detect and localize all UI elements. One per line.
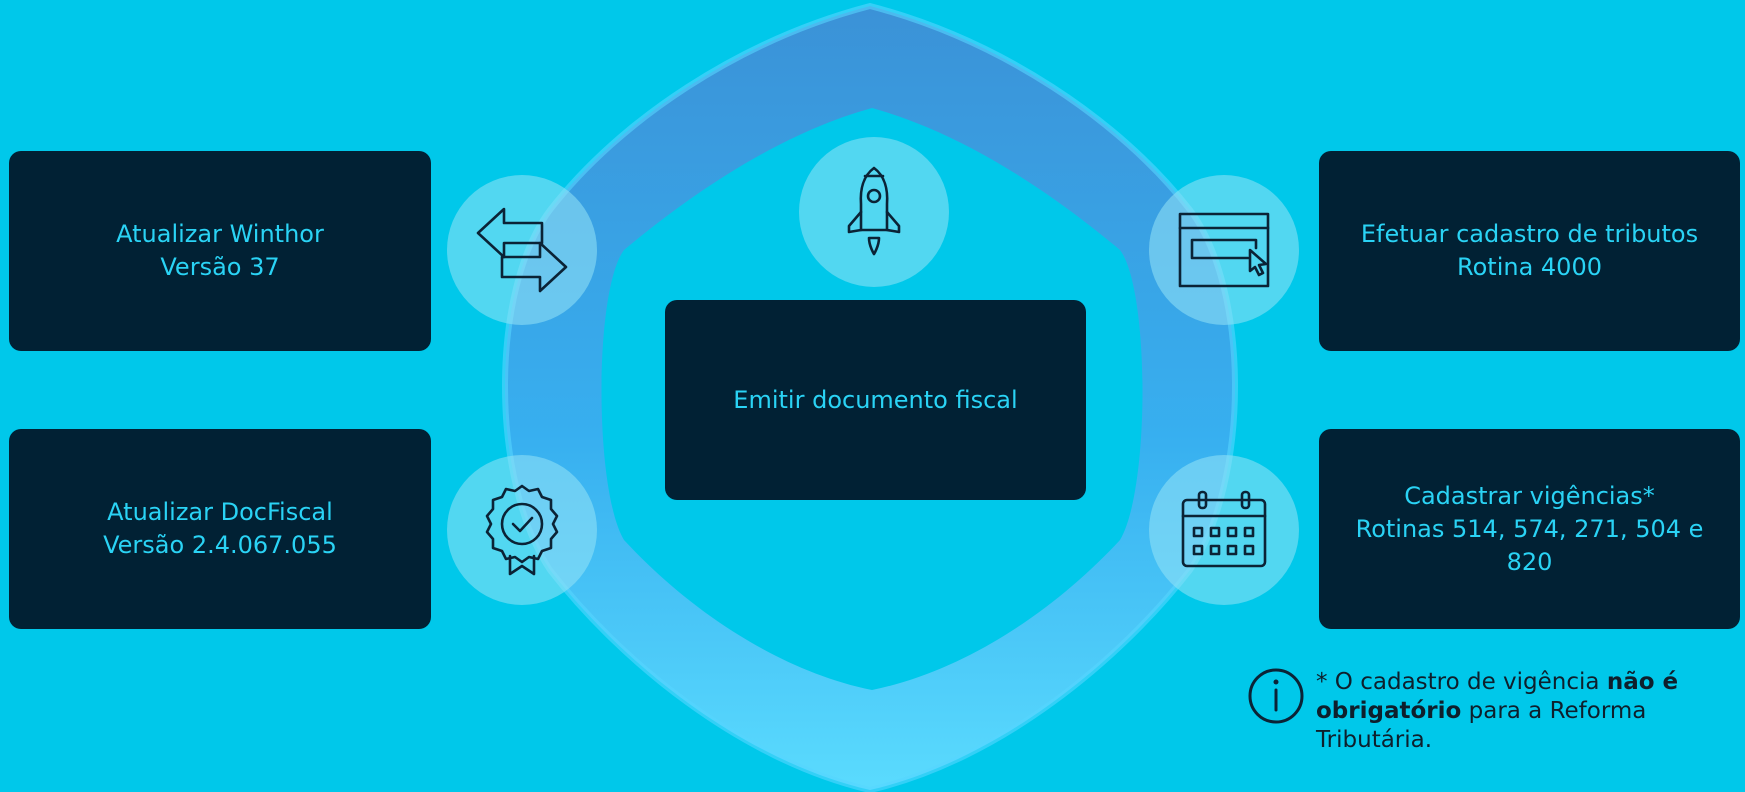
step-card-tax-registration: Efetuar cadastro de tributos Rotina 4000 — [1319, 151, 1740, 351]
calendar-icon — [1181, 490, 1267, 568]
step-title: Atualizar Winthor — [116, 220, 324, 248]
step-title: Cadastrar vigências* — [1404, 481, 1655, 510]
rocket-bubble — [799, 137, 949, 287]
step-card-update-winthor: Atualizar Winthor Versão 37 — [9, 151, 431, 351]
swap-arrows-bubble — [447, 175, 597, 325]
step-card-validity-registration: Cadastrar vigências* Rotinas 514, 574, 2… — [1319, 429, 1740, 629]
certified-badge-icon — [485, 484, 559, 576]
center-card-label: Emitir documento fiscal — [733, 385, 1018, 414]
browser-click-bubble — [1149, 175, 1299, 325]
footnote: * O cadastro de vigência não é obrigatór… — [1248, 668, 1728, 755]
step-title: Atualizar DocFiscal — [107, 498, 333, 526]
certified-badge-bubble — [447, 455, 597, 605]
step-subtitle: Rotina 4000 — [1457, 253, 1602, 281]
footnote-prefix: * O cadastro de vigência — [1316, 669, 1607, 695]
rocket-icon — [847, 166, 901, 256]
info-icon — [1248, 668, 1304, 724]
step-subtitle: Rotinas 514, 574, 271, 504 e 820 — [1355, 514, 1704, 576]
swap-arrows-icon — [476, 207, 568, 293]
step-title: Efetuar cadastro de tributos — [1360, 220, 1699, 248]
step-subtitle: Versão 2.4.067.055 — [103, 531, 337, 559]
calendar-bubble — [1149, 455, 1299, 605]
center-card-issue-fiscal-document: Emitir documento fiscal — [665, 300, 1086, 500]
footnote-text: * O cadastro de vigência não é obrigatór… — [1316, 668, 1728, 755]
step-subtitle: Versão 37 — [160, 253, 280, 281]
step-card-update-docfiscal: Atualizar DocFiscal Versão 2.4.067.055 — [9, 429, 431, 629]
browser-click-icon — [1178, 212, 1270, 288]
